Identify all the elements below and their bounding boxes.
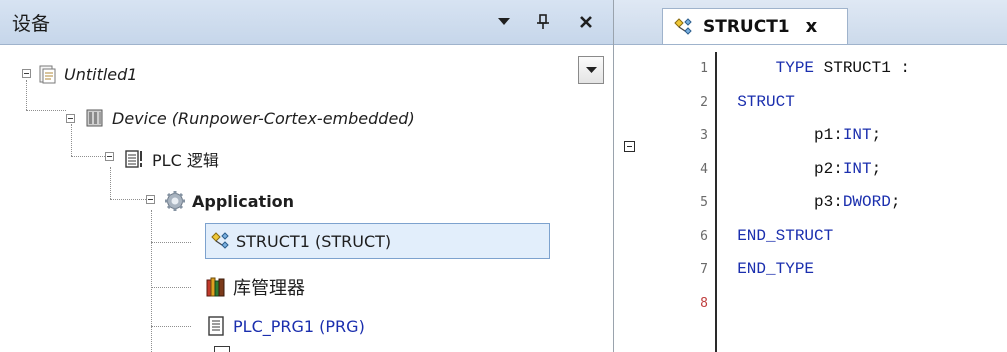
library-manager-icon (206, 277, 225, 297)
close-panel-icon[interactable] (576, 11, 596, 33)
tree-node-partial-icon (214, 346, 230, 352)
tree-connector (151, 326, 191, 327)
tree-node-label: Application (192, 191, 295, 211)
code-keyword: END_TYPE (737, 260, 815, 278)
struct-icon (674, 17, 692, 35)
tree-connector (151, 287, 191, 288)
tree-node-label: Untitled1 (64, 64, 138, 84)
tree-connector (26, 80, 27, 110)
application-gear-icon (165, 191, 185, 211)
program-icon (208, 316, 224, 336)
chevron-down-icon (585, 66, 597, 73)
code-editor[interactable]: TYPE STRUCT1 : STRUCT p1:INT; p2:INT; p3… (718, 45, 1007, 352)
collapse-toggle[interactable] (66, 114, 75, 123)
project-icon (39, 65, 56, 84)
line-number: 5 (700, 195, 708, 210)
line-number-gutter: 1 2 3 4 5 6 7 8 (640, 45, 712, 352)
line-number: 1 (700, 61, 708, 76)
code-text: ; (871, 159, 882, 178)
collapse-toggle[interactable] (146, 195, 155, 204)
gutter-divider (715, 52, 717, 352)
tree-connector (110, 167, 111, 199)
code-text: p3: (814, 193, 843, 211)
tree-connector (71, 156, 105, 157)
code-text: p2: (814, 159, 843, 178)
code-text: STRUCT1 : (814, 59, 911, 77)
tab-struct1[interactable]: STRUCT1 x (662, 8, 848, 44)
line-number: 7 (700, 262, 708, 277)
line-number: 8 (700, 295, 708, 311)
devices-panel: 设备 Untitled1 Device (Runpower-Cortex-emb… (0, 0, 614, 352)
code-text: p1: (814, 126, 843, 144)
tree-connector (110, 199, 146, 200)
tree-node-struct1[interactable]: STRUCT1 (STRUCT) (205, 223, 550, 259)
tree-node-plc-prg1[interactable]: PLC_PRG1 (PRG) (205, 311, 365, 341)
code-keyword: TYPE (775, 59, 815, 77)
collapse-toggle[interactable] (105, 152, 114, 161)
tree-connector (151, 210, 152, 352)
tree-node-label: PLC_PRG1 (PRG) (233, 316, 365, 336)
line-number: 6 (700, 228, 708, 244)
code-line: p3:DWORD; (718, 193, 900, 211)
tree-node-plc-logic[interactable]: PLC 逻辑 (124, 144, 219, 174)
tree-connector (71, 124, 72, 156)
tree-view-dropdown-button[interactable] (578, 56, 604, 84)
tree-node-device[interactable]: Device (Runpower-Cortex-embedded) (84, 103, 415, 133)
devices-panel-title: 设备 (12, 13, 51, 35)
code-line: p1:INT; (718, 126, 881, 144)
fold-collapse-icon[interactable] (624, 141, 635, 152)
code-line (718, 294, 737, 312)
tree-node-project[interactable]: Untitled1 (36, 59, 137, 89)
code-line: TYPE STRUCT1 : (718, 59, 910, 77)
line-number: 2 (700, 94, 708, 110)
pin-icon[interactable] (533, 11, 553, 33)
tree-node-label: Device (Runpower-Cortex-embedded) (112, 108, 415, 128)
tab-close-icon[interactable]: x (806, 16, 818, 37)
code-line: END_TYPE (718, 260, 814, 278)
device-icon (86, 109, 103, 127)
code-line: STRUCT (718, 93, 795, 111)
tree-connector (151, 242, 191, 243)
tree-connector (26, 110, 66, 111)
code-keyword: INT (842, 159, 872, 178)
code-text: ; (871, 126, 882, 144)
code-line: p2:INT; (718, 160, 881, 178)
code-line: END_STRUCT (718, 227, 833, 245)
tree-node-label: PLC 逻辑 (152, 151, 219, 170)
code-keyword: STRUCT (737, 92, 795, 111)
struct-icon (211, 232, 229, 249)
panel-menu-dropdown-icon[interactable] (494, 11, 514, 33)
editor-tab-strip: STRUCT1 x (614, 0, 1007, 45)
fold-column (614, 45, 640, 352)
code-text: ; (890, 193, 901, 211)
code-keyword: END_STRUCT (737, 226, 834, 245)
tab-title: STRUCT1 (703, 16, 790, 37)
code-keyword: INT (842, 126, 872, 144)
line-number: 3 (700, 128, 708, 143)
tree-node-label: 库管理器 (233, 278, 305, 299)
devices-panel-header: 设备 (0, 0, 613, 45)
tree-node-library-manager[interactable]: 库管理器 (205, 272, 305, 302)
line-number: 4 (700, 161, 708, 177)
plc-logic-icon (125, 150, 142, 168)
editor-panel: STRUCT1 x 1 2 3 4 5 6 7 8 TYPE STRUCT1 : STRUCT… (614, 0, 1007, 352)
tree-node-label: STRUCT1 (STRUCT) (236, 231, 392, 251)
code-keyword: DWORD (842, 193, 891, 211)
collapse-toggle[interactable] (22, 69, 31, 78)
tree-node-application[interactable]: Application (164, 186, 294, 216)
